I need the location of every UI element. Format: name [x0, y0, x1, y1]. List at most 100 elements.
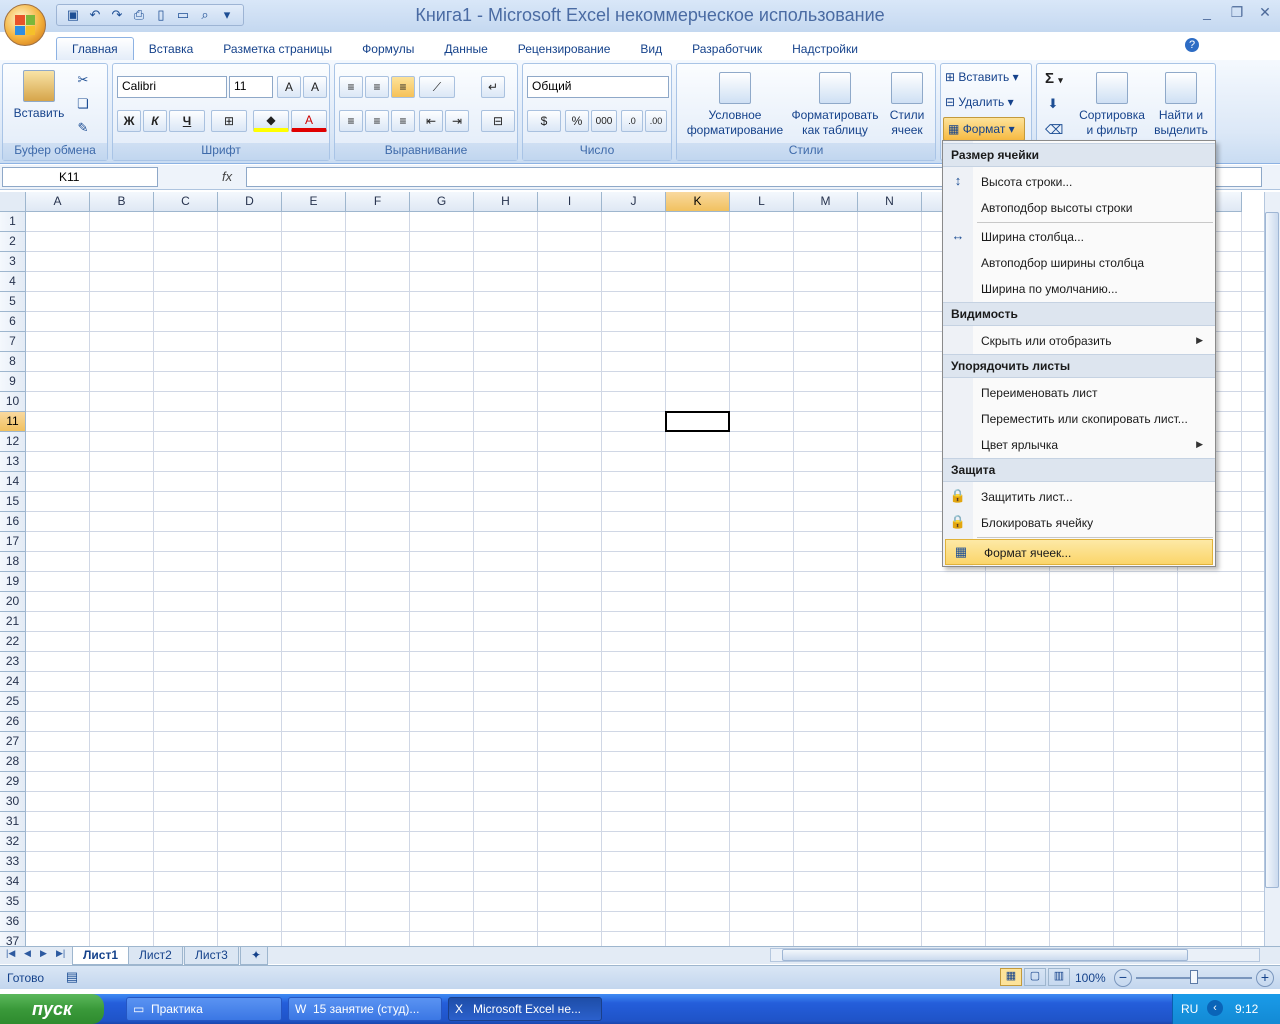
- row-header-13[interactable]: 13: [0, 452, 26, 472]
- clear-icon[interactable]: ⌫: [1045, 122, 1063, 138]
- print-icon[interactable]: ⎙: [131, 7, 147, 23]
- column-header-e[interactable]: E: [282, 192, 346, 212]
- sheet-nav-next-icon[interactable]: ▶: [40, 948, 47, 959]
- menu-item-3-0[interactable]: 🔒 Защитить лист...: [943, 484, 1215, 510]
- row-header-9[interactable]: 9: [0, 372, 26, 392]
- sheet-nav-last-icon[interactable]: ▶|: [56, 948, 65, 959]
- row-header-27[interactable]: 27: [0, 732, 26, 752]
- autosum-button[interactable]: Σ ▾: [1045, 70, 1063, 87]
- grow-font-button[interactable]: A: [277, 76, 301, 98]
- delete-cells-button[interactable]: ⊟ Удалить ▾: [945, 95, 1014, 109]
- column-header-f[interactable]: F: [346, 192, 410, 212]
- zoom-in-icon[interactable]: +: [1256, 969, 1274, 987]
- menu-item-2-1[interactable]: Переместить или скопировать лист...: [943, 406, 1215, 432]
- tab-developer[interactable]: Разработчик: [677, 38, 777, 60]
- vertical-scroll-thumb[interactable]: [1265, 212, 1279, 888]
- paste-button[interactable]: Вставить: [9, 70, 69, 121]
- row-header-1[interactable]: 1: [0, 212, 26, 232]
- tab-insert[interactable]: Вставка: [134, 38, 209, 60]
- zoom-slider-thumb[interactable]: [1190, 970, 1198, 984]
- column-header-m[interactable]: M: [794, 192, 858, 212]
- row-header-29[interactable]: 29: [0, 772, 26, 792]
- align-top-button[interactable]: ≡: [339, 76, 363, 98]
- page-layout-view-icon[interactable]: ▢: [1024, 968, 1046, 986]
- zoom-level[interactable]: 100%: [1075, 971, 1106, 985]
- tab-formulas[interactable]: Формулы: [347, 38, 429, 60]
- column-header-i[interactable]: I: [538, 192, 602, 212]
- thousands-button[interactable]: 000: [591, 110, 617, 132]
- align-left-button[interactable]: ≡: [339, 110, 363, 132]
- row-header-22[interactable]: 22: [0, 632, 26, 652]
- row-header-19[interactable]: 19: [0, 572, 26, 592]
- menu-item-3-1[interactable]: 🔒 Блокировать ячейку: [943, 510, 1215, 536]
- row-header-8[interactable]: 8: [0, 352, 26, 372]
- page-break-view-icon[interactable]: ▥: [1048, 968, 1070, 986]
- task-folder-practice[interactable]: ▭ Практика: [126, 997, 282, 1021]
- row-header-2[interactable]: 2: [0, 232, 26, 252]
- help-icon[interactable]: ?: [1185, 38, 1199, 52]
- column-header-d[interactable]: D: [218, 192, 282, 212]
- row-header-33[interactable]: 33: [0, 852, 26, 872]
- decrease-decimal-button[interactable]: .00: [645, 110, 667, 132]
- insert-function-icon[interactable]: fx: [222, 169, 232, 184]
- row-header-3[interactable]: 3: [0, 252, 26, 272]
- selected-cell[interactable]: [665, 411, 730, 432]
- align-middle-button[interactable]: ≡: [365, 76, 389, 98]
- redo-icon[interactable]: ↷: [109, 7, 125, 23]
- column-header-k[interactable]: K: [666, 192, 730, 212]
- row-header-7[interactable]: 7: [0, 332, 26, 352]
- row-header-21[interactable]: 21: [0, 612, 26, 632]
- menu-item-3-2[interactable]: ▦ Формат ячеек...: [945, 539, 1213, 565]
- row-header-12[interactable]: 12: [0, 432, 26, 452]
- font-color-button[interactable]: A: [291, 110, 327, 132]
- row-header-16[interactable]: 16: [0, 512, 26, 532]
- row-header-25[interactable]: 25: [0, 692, 26, 712]
- merge-center-button[interactable]: ⊟: [481, 110, 515, 132]
- language-indicator[interactable]: RU: [1181, 1002, 1198, 1016]
- row-header-11[interactable]: 11: [0, 412, 26, 432]
- menu-item-0-1[interactable]: Автоподбор высоты строки: [943, 195, 1215, 221]
- shrink-font-button[interactable]: A: [303, 76, 327, 98]
- task-word-document[interactable]: W 15 занятие (студ)...: [288, 997, 442, 1021]
- find-select-button[interactable]: Найти и выделить: [1149, 72, 1213, 138]
- percent-button[interactable]: %: [565, 110, 589, 132]
- undo-icon[interactable]: ↶: [87, 7, 103, 23]
- row-header-24[interactable]: 24: [0, 672, 26, 692]
- new-document-icon[interactable]: ▯: [153, 7, 169, 23]
- format-painter-icon[interactable]: ✎: [75, 120, 91, 136]
- minimize-button[interactable]: _: [1196, 4, 1218, 22]
- column-header-c[interactable]: C: [154, 192, 218, 212]
- row-header-4[interactable]: 4: [0, 272, 26, 292]
- format-as-table-button[interactable]: Форматировать как таблицу: [789, 72, 881, 138]
- open-folder-icon[interactable]: ▭: [175, 7, 191, 23]
- zoom-out-icon[interactable]: −: [1114, 969, 1132, 987]
- borders-button[interactable]: ⊞: [211, 110, 247, 132]
- task-excel[interactable]: X Microsoft Excel не...: [448, 997, 602, 1021]
- wrap-text-button[interactable]: ↵: [481, 76, 505, 98]
- tab-addins[interactable]: Надстройки: [777, 38, 873, 60]
- orientation-button[interactable]: ⟋: [419, 76, 455, 98]
- font-size-select[interactable]: 11: [229, 76, 273, 98]
- column-header-g[interactable]: G: [410, 192, 474, 212]
- horizontal-scroll-thumb[interactable]: [782, 949, 1188, 961]
- restore-button[interactable]: ❐: [1226, 4, 1248, 22]
- font-name-select[interactable]: Calibri: [117, 76, 227, 98]
- menu-item-0-2[interactable]: ↔ Ширина столбца...: [943, 224, 1215, 250]
- number-format-select[interactable]: Общий: [527, 76, 669, 98]
- tab-data[interactable]: Данные: [429, 38, 502, 60]
- row-header-34[interactable]: 34: [0, 872, 26, 892]
- sheet-tab-2[interactable]: Лист2: [128, 947, 183, 965]
- sheet-tab-3[interactable]: Лист3: [184, 947, 239, 965]
- office-button[interactable]: [4, 4, 46, 46]
- row-header-17[interactable]: 17: [0, 532, 26, 552]
- format-button[interactable]: ▦ Формат ▾: [943, 117, 1025, 141]
- tray-expand-icon[interactable]: ‹: [1207, 1000, 1223, 1016]
- insert-sheet-icon[interactable]: ✦: [240, 947, 268, 965]
- row-header-35[interactable]: 35: [0, 892, 26, 912]
- row-header-30[interactable]: 30: [0, 792, 26, 812]
- cell-styles-button[interactable]: Стили ячеек: [881, 72, 933, 138]
- row-header-23[interactable]: 23: [0, 652, 26, 672]
- column-header-l[interactable]: L: [730, 192, 794, 212]
- tab-home[interactable]: Главная: [56, 37, 134, 60]
- menu-item-2-2[interactable]: Цвет ярлычка ▶: [943, 432, 1215, 458]
